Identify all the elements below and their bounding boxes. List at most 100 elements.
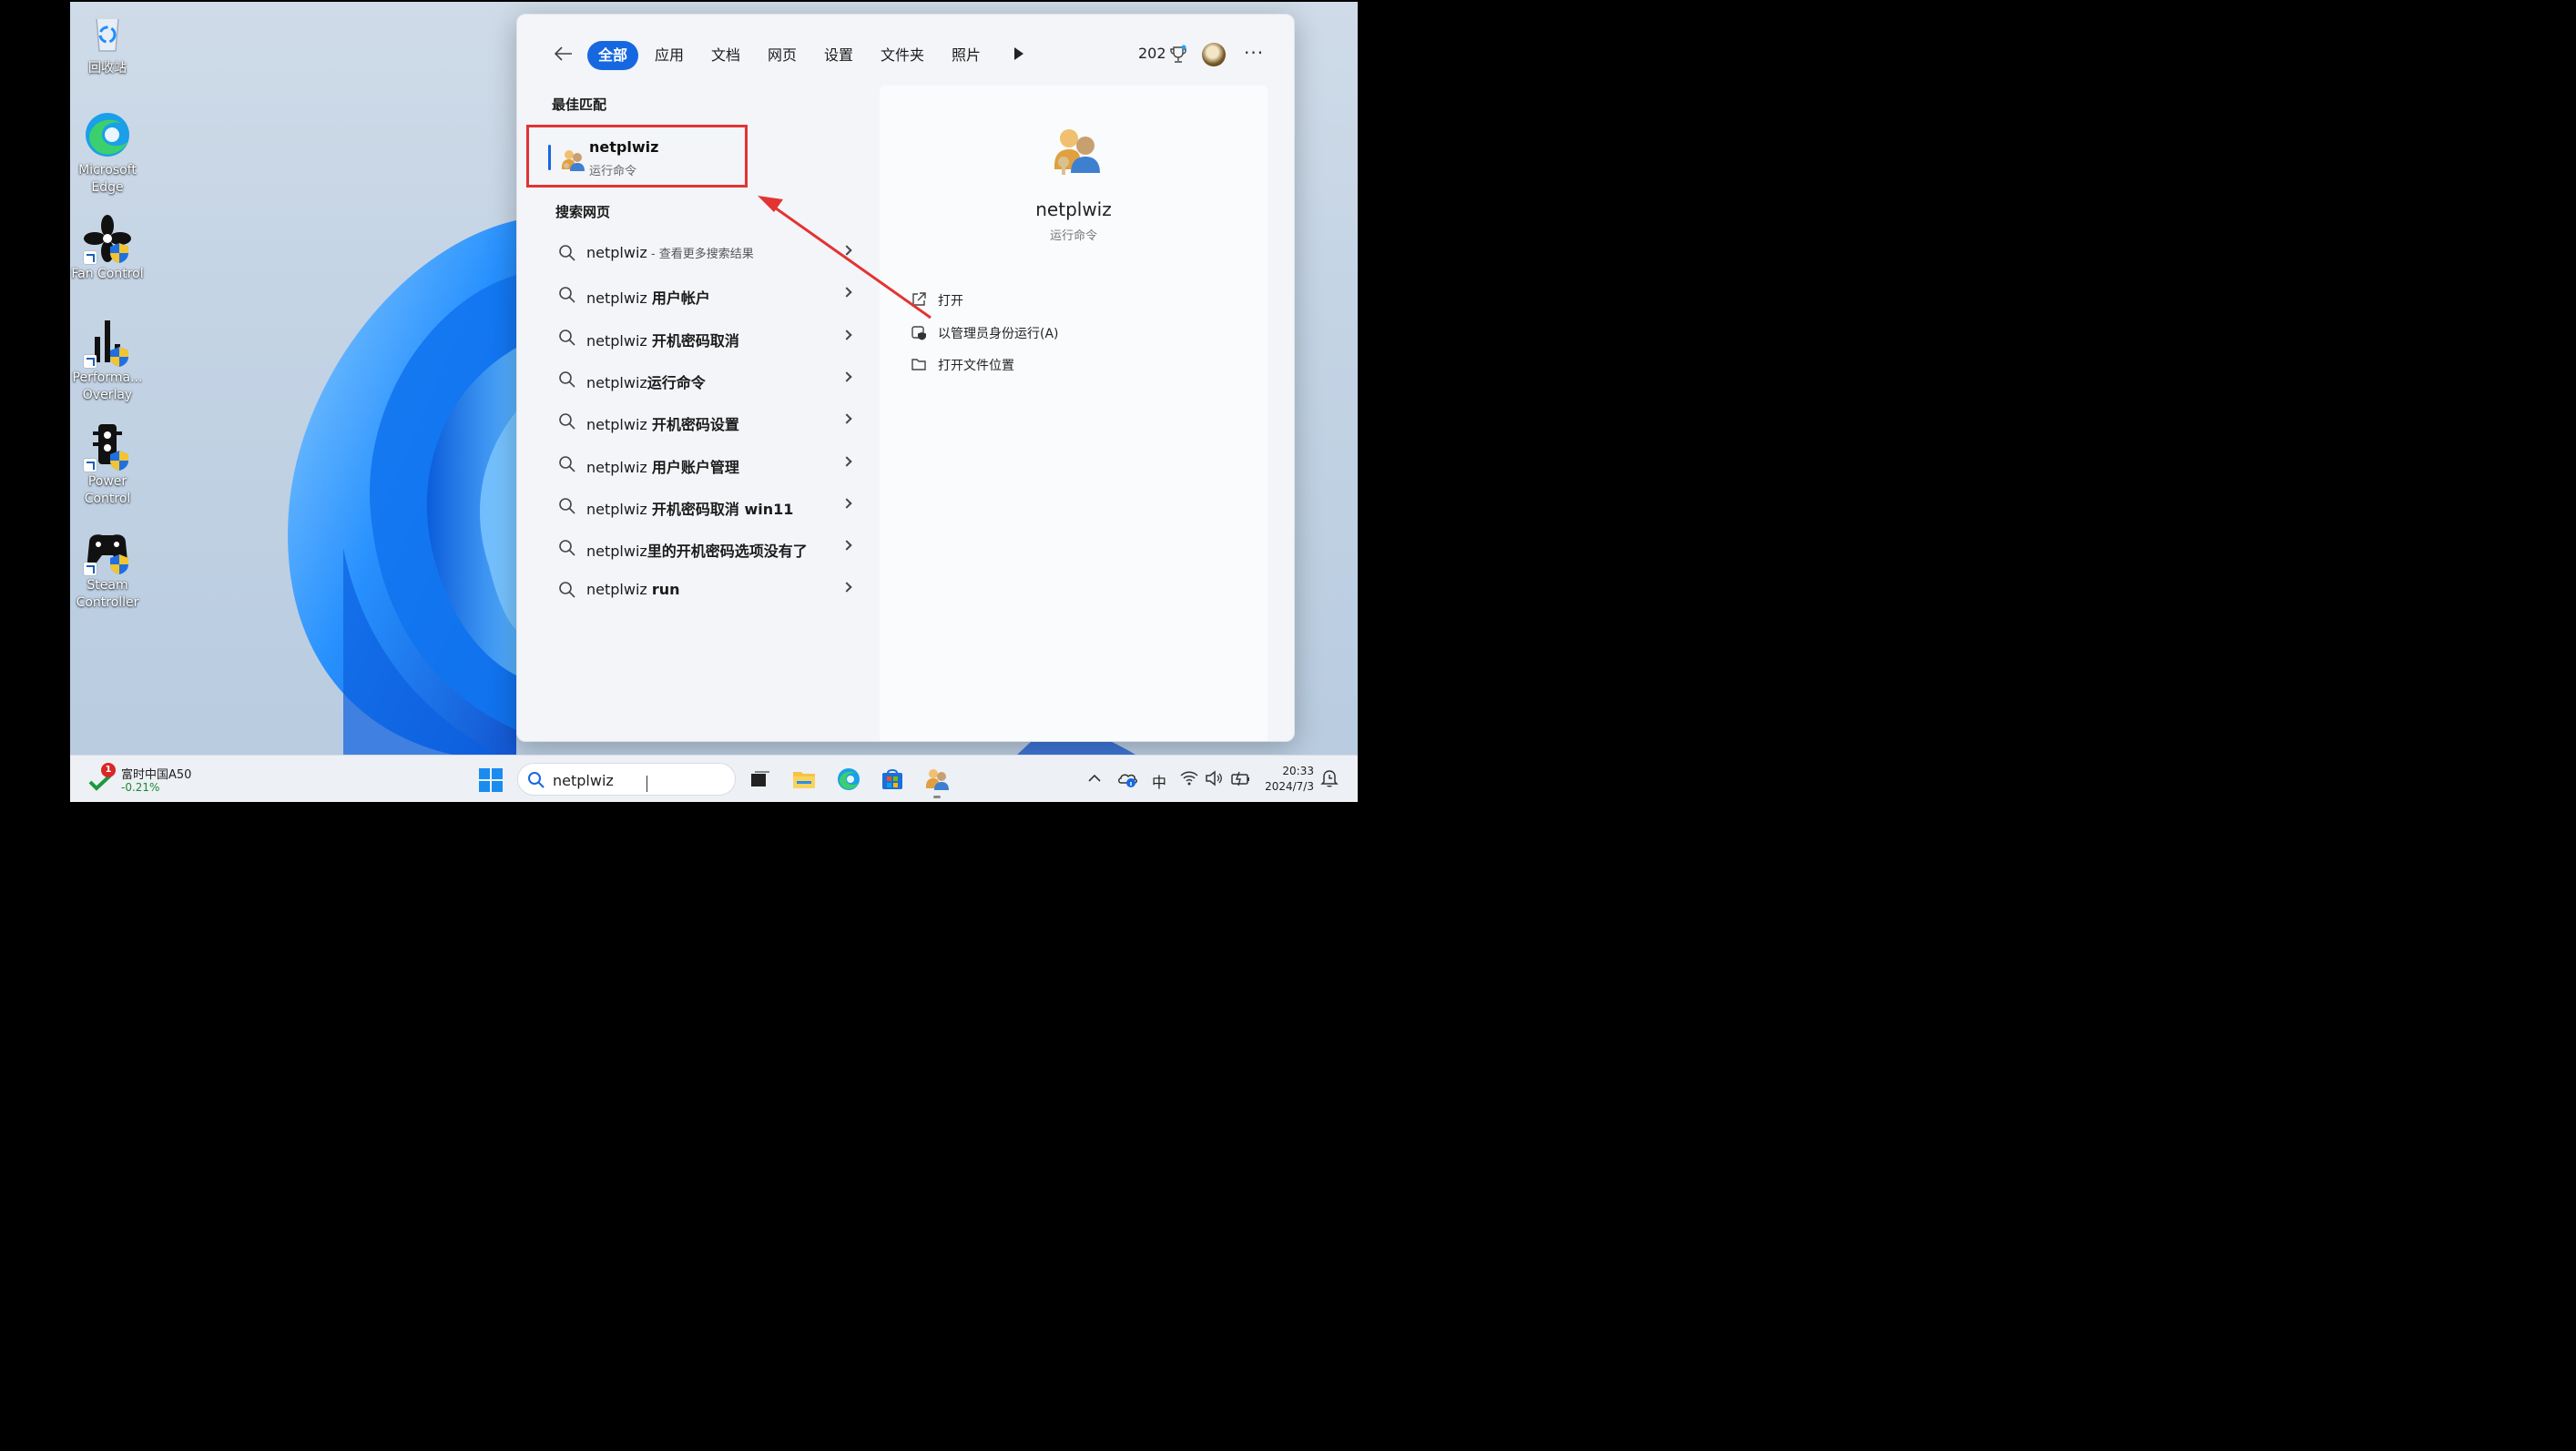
suggestion-query: netplwiz	[586, 244, 647, 261]
web-suggestion-item[interactable]: netplwiz运行命令	[554, 363, 863, 396]
action-label: 打开	[938, 294, 963, 309]
microsoft-store-icon[interactable]	[880, 766, 905, 792]
suggestion-text: netplwiz 开机密码取消 win11	[586, 497, 793, 519]
suggestion-completion: 开机密码取消 win11	[651, 500, 794, 518]
chevron-up-icon[interactable]	[1084, 768, 1105, 788]
suggestion-text: netplwiz 用户账户管理	[586, 455, 739, 477]
tab-photos[interactable]: 照片	[941, 41, 992, 70]
desktop-icon-performance-overlay[interactable]: Performa... Overlay	[70, 317, 145, 404]
steam-controller-icon	[82, 524, 133, 575]
edge-taskbar-icon[interactable]	[836, 766, 861, 792]
shortcut-arrow-icon	[84, 355, 97, 368]
action-label: 打开文件位置	[938, 359, 1014, 373]
desktop-icon-label: Microsoft	[78, 163, 137, 178]
rewards-points[interactable]: 202	[1138, 45, 1166, 62]
open-external-icon	[912, 292, 926, 306]
chevron-right-icon	[841, 371, 852, 382]
suggestion-query: netplwiz	[586, 331, 652, 350]
desktop-icon-fan-control[interactable]: Fan Control	[70, 213, 145, 283]
desktop-icon-label: Control	[84, 492, 131, 506]
suggestion-text: netplwiz - 查看更多搜索结果	[586, 244, 754, 261]
tab-web[interactable]: 网页	[757, 41, 808, 70]
suggestion-query: netplwiz	[586, 500, 652, 518]
shortcut-arrow-icon	[84, 459, 97, 472]
file-explorer-icon[interactable]	[791, 766, 817, 792]
running-indicator	[933, 796, 941, 798]
desktop-icon-label: 回收站	[88, 61, 127, 76]
desktop-icon-edge[interactable]: Microsoft Edge	[70, 109, 145, 197]
desktop-icon-steam-controller[interactable]: Steam Controller	[70, 524, 145, 612]
stock-widget[interactable]: 1 富时中国A50 -0.21%	[88, 763, 207, 797]
fan-control-icon	[82, 213, 133, 264]
notification-bell-icon[interactable]	[1319, 768, 1339, 788]
tab-all[interactable]: 全部	[587, 41, 639, 70]
web-suggestion-item[interactable]: netplwiz 用户账户管理	[554, 448, 863, 481]
search-icon	[559, 329, 575, 346]
chevron-right-icon	[841, 329, 852, 340]
search-icon	[559, 455, 575, 472]
web-suggestion-item[interactable]: netplwiz里的开机密码选项没有了	[554, 532, 863, 564]
web-suggestion-item[interactable]: netplwiz 用户帐户	[554, 279, 863, 311]
search-icon	[559, 245, 575, 261]
suggestion-completion: 用户帐户	[651, 289, 710, 308]
desktop-icon-label: Edge	[91, 180, 124, 195]
more-tabs-play-icon[interactable]	[1014, 47, 1023, 60]
chevron-right-icon	[841, 540, 852, 551]
suggestion-query: netplwiz	[586, 373, 647, 391]
tab-folders[interactable]: 文件夹	[870, 41, 935, 70]
search-icon	[559, 497, 575, 514]
user-avatar[interactable]	[1202, 43, 1226, 66]
best-match-type: 运行命令	[589, 165, 637, 178]
suggestion-text: netplwiz运行命令	[586, 370, 706, 392]
rewards-trophy-icon[interactable]	[1169, 45, 1187, 65]
search-icon	[559, 582, 575, 598]
search-icon	[559, 287, 575, 303]
suggestion-text: netplwiz run	[586, 581, 680, 598]
desktop-icon-power-control[interactable]: Power Control	[70, 421, 145, 508]
suggestion-completion: 里的开机密码选项没有了	[647, 543, 808, 561]
system-clock[interactable]: 20:33 2024/7/3	[1256, 764, 1314, 795]
tab-settings[interactable]: 设置	[813, 41, 864, 70]
stock-title: 富时中国A50	[121, 768, 192, 782]
tab-documents[interactable]: 文档	[700, 41, 751, 70]
back-button[interactable]	[554, 44, 575, 66]
desktop-icon-label: Overlay	[82, 388, 133, 402]
suggestion-completion: 开机密码取消	[651, 331, 739, 350]
netplwiz-users-icon	[562, 150, 585, 171]
web-suggestion-item[interactable]: netplwiz run	[554, 573, 863, 606]
web-suggestion-item[interactable]: netplwiz 开机密码设置	[554, 405, 863, 438]
battery-charging-icon[interactable]	[1230, 768, 1252, 788]
desktop-icon-recycle-bin[interactable]: 回收站	[70, 7, 145, 77]
windows-start-icon[interactable]	[479, 768, 503, 792]
search-icon	[559, 413, 575, 430]
volume-icon[interactable]	[1205, 768, 1225, 788]
search-icon	[559, 371, 575, 388]
web-suggestion-item[interactable]: netplwiz - 查看更多搜索结果	[554, 237, 863, 269]
onedrive-info-icon[interactable]	[1117, 768, 1139, 790]
search-icon	[559, 540, 575, 556]
suggestion-completion: 运行命令	[647, 373, 706, 391]
web-suggestion-item[interactable]: netplwiz 开机密码取消	[554, 321, 863, 354]
tab-apps[interactable]: 应用	[644, 41, 695, 70]
suggestion-text: netplwiz 开机密码设置	[586, 412, 739, 434]
desktop-icon-label: Controller	[76, 595, 139, 610]
ime-indicator[interactable]: 中	[1152, 770, 1166, 792]
netplwiz-taskbar-icon[interactable]	[924, 766, 950, 792]
result-detail-pane	[880, 86, 1268, 741]
clock-time: 20:33	[1282, 765, 1314, 777]
task-view-icon[interactable]	[748, 766, 773, 792]
best-match-result[interactable]: netplwiz 运行命令	[526, 125, 748, 188]
power-control-icon	[82, 421, 133, 472]
taskbar-search-box[interactable]	[517, 763, 736, 796]
detail-name: netplwiz	[1035, 198, 1112, 220]
desktop-icon-label: Fan Control	[71, 267, 144, 281]
more-options-button[interactable]: ···	[1244, 42, 1264, 64]
suggestion-text: netplwiz里的开机密码选项没有了	[586, 539, 808, 561]
clock-date: 2024/7/3	[1265, 780, 1314, 793]
wifi-icon[interactable]	[1179, 768, 1199, 788]
web-suggestion-item[interactable]: netplwiz 开机密码取消 win11	[554, 490, 863, 523]
suggestion-query: netplwiz	[586, 289, 652, 308]
search-input[interactable]	[553, 769, 717, 791]
start-search-panel: 全部 应用 文档 网页 设置 文件夹 照片 202 ··· 最佳匹配 netpl…	[516, 14, 1295, 742]
desktop-icon-label: Performa...	[72, 370, 143, 385]
